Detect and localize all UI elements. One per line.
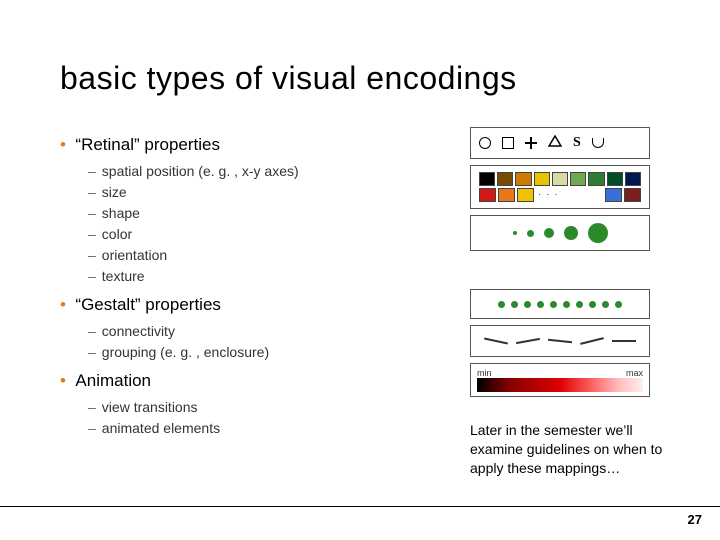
sub-item: –connectivity — [88, 321, 450, 342]
size-panel — [470, 215, 650, 251]
bullet-gestalt: • “Gestalt” properties — [60, 295, 450, 315]
dot-icon — [563, 301, 570, 308]
sub-item: –color — [88, 224, 450, 245]
color-swatch — [624, 188, 641, 202]
sub-item: –texture — [88, 266, 450, 287]
dots-line-panel — [470, 289, 650, 319]
dot-icon — [576, 301, 583, 308]
sub-item: –orientation — [88, 245, 450, 266]
size-dot-icon — [527, 230, 534, 237]
color-swatch — [515, 172, 531, 186]
bullet-content: • “Retinal” properties –spatial position… — [60, 127, 450, 478]
line-icon — [580, 337, 604, 345]
circle-icon — [479, 137, 491, 149]
dot-icon — [524, 301, 531, 308]
bullet-animation: • Animation — [60, 371, 450, 391]
gradient-min-label: min — [477, 368, 492, 378]
dot-icon — [498, 301, 505, 308]
color-swatch — [607, 172, 623, 186]
bullet-retinal: • “Retinal” properties — [60, 135, 450, 155]
sub-item: –spatial position (e. g. , x-y axes) — [88, 161, 450, 182]
dot-icon — [511, 301, 518, 308]
slide-title: basic types of visual encodings — [60, 60, 670, 97]
gradient-panel: min max — [470, 363, 650, 397]
ellipsis-icon: · · · — [536, 188, 561, 202]
color-swatch — [570, 172, 586, 186]
dot-icon — [615, 301, 622, 308]
size-dot-icon — [564, 226, 578, 240]
line-icon — [484, 338, 508, 345]
page-number: 27 — [688, 512, 702, 527]
sub-item: –animated elements — [88, 418, 450, 439]
line-icon — [516, 338, 540, 344]
lines-panel — [470, 325, 650, 357]
side-note: Later in the semester we’ll examine guid… — [470, 421, 665, 478]
sub-item: –view transitions — [88, 397, 450, 418]
sub-item: –shape — [88, 203, 450, 224]
u-shape-icon — [592, 138, 604, 148]
line-icon — [548, 339, 572, 343]
colors-panel: · · · — [470, 165, 650, 209]
dot-icon — [602, 301, 609, 308]
gradient-max-label: max — [626, 368, 643, 378]
color-swatch — [479, 172, 495, 186]
size-dot-icon — [544, 228, 554, 238]
color-swatch — [625, 172, 641, 186]
color-swatch — [497, 172, 513, 186]
dot-icon — [550, 301, 557, 308]
footer-bar: 27 — [0, 506, 720, 532]
color-swatch — [498, 188, 515, 202]
gradient-bar — [477, 378, 643, 392]
line-icon — [612, 340, 636, 342]
color-swatch — [534, 172, 550, 186]
triangle-icon — [548, 134, 562, 152]
size-dot-icon — [513, 231, 517, 235]
sub-item: –grouping (e. g. , enclosure) — [88, 342, 450, 363]
color-swatch — [517, 188, 534, 202]
color-swatch — [605, 188, 622, 202]
square-icon — [502, 137, 514, 149]
plus-icon — [525, 137, 537, 149]
color-swatch — [479, 188, 496, 202]
size-dot-icon — [588, 223, 608, 243]
s-glyph-icon: S — [573, 135, 581, 151]
color-swatch — [588, 172, 604, 186]
dot-icon — [589, 301, 596, 308]
shapes-panel: S — [470, 127, 650, 159]
sub-item: –size — [88, 182, 450, 203]
illustration-column: S · · · — [470, 127, 670, 478]
dot-icon — [537, 301, 544, 308]
color-swatch — [552, 172, 568, 186]
